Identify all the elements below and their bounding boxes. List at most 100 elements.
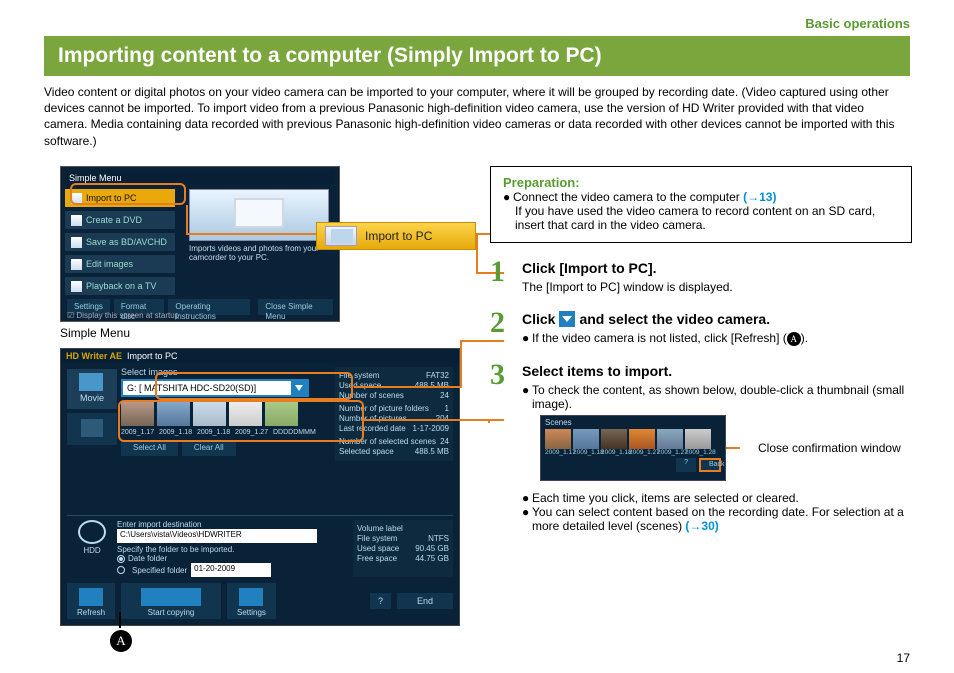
sm-item-edit[interactable]: Edit images xyxy=(65,255,175,273)
connector-line xyxy=(354,386,462,388)
clear-all-button[interactable]: Clear All xyxy=(182,440,236,456)
copy-icon xyxy=(141,588,201,606)
scenes-help-button[interactable]: ? xyxy=(676,458,696,472)
intro-text: Video content or digital photos on your … xyxy=(44,84,910,149)
hdd-section: HDD xyxy=(67,520,117,577)
step-1-sub: The [Import to PC] window is displayed. xyxy=(522,280,912,294)
import-window-screenshot: HD Writer AE Import to PC Movie Select i… xyxy=(60,348,460,626)
dropdown-value: G: [ MATSHITA HDC-SD20(SD)] xyxy=(127,383,256,393)
step-1-heading: Click [Import to PC]. xyxy=(522,260,912,276)
iw-movie-tab[interactable]: Movie xyxy=(67,369,117,409)
hdd-icon xyxy=(78,520,106,544)
radio-date-folder[interactable]: Date folder xyxy=(117,554,353,563)
iw-other-tab[interactable] xyxy=(67,413,117,445)
sm-item-l: Edit images xyxy=(86,259,133,269)
step-3-bullet1: ●To check the content, as shown below, d… xyxy=(522,383,912,411)
iw-destination: HDD Enter import destination C:\Users\vi… xyxy=(67,515,453,577)
specify-label: Specify the folder to be imported. xyxy=(117,545,353,554)
sm-item-l: Playback on a TV xyxy=(86,281,156,291)
iw-app: HD Writer AE xyxy=(66,351,122,361)
help-button[interactable]: ? xyxy=(370,593,391,609)
dropdown-arrow-icon xyxy=(559,311,575,327)
connector-line xyxy=(476,233,490,235)
prep-line1: Connect the video camera to the computer… xyxy=(513,190,776,204)
connector-line xyxy=(364,419,490,421)
page-title: Importing content to a computer (Simply … xyxy=(44,36,910,76)
dest-path-input[interactable]: C:\Users\vista\Videos\HDWRITER xyxy=(117,529,317,543)
scenes-win-title: Scenes xyxy=(545,418,721,427)
monitor-icon xyxy=(71,193,82,204)
sm-checkbox[interactable]: ☑ Display this screen at startup xyxy=(67,311,179,320)
simple-menu-caption: Simple Menu xyxy=(60,326,460,340)
refresh-button[interactable]: Refresh xyxy=(67,583,115,619)
sm-item-bd[interactable]: Save as BD/AVCHD xyxy=(65,233,175,251)
thumbnail[interactable] xyxy=(157,401,190,426)
sm-right-panel: Imports videos and photos from your camc… xyxy=(189,189,329,263)
iw-action-row: Refresh Start copying Settings ? End xyxy=(67,583,453,619)
thumbnail[interactable] xyxy=(229,401,262,426)
settings-button[interactable]: Settings xyxy=(227,583,276,619)
marker-a-icon: A xyxy=(787,332,801,346)
connector-line xyxy=(460,340,462,386)
scene-thumb[interactable] xyxy=(545,429,571,449)
breadcrumb: Basic operations xyxy=(805,16,910,31)
iw-titlebar: HD Writer AE Import to PC xyxy=(61,349,459,363)
link-p30[interactable]: (→30) xyxy=(685,519,718,533)
step-number: 1 xyxy=(490,257,522,294)
right-column: Preparation: ●Connect the video camera t… xyxy=(490,166,912,547)
sm-item-dvd[interactable]: Create a DVD xyxy=(65,211,175,229)
step-2-bullet: ●If the video camera is not listed, clic… xyxy=(522,331,912,346)
sm-desc: Imports videos and photos from your camc… xyxy=(189,245,329,263)
enter-dest-label: Enter import destination xyxy=(117,520,353,529)
radio-spec-folder[interactable]: Specified folder 01-20-2009 xyxy=(117,563,353,577)
scenes-window: Scenes 2009_1.17 2009_1.18 2009_1.18 200… xyxy=(540,415,726,481)
prep-line2: If you have used the video camera to rec… xyxy=(515,204,899,232)
scene-thumb[interactable] xyxy=(629,429,655,449)
sm-item-import[interactable]: Import to PC xyxy=(65,189,175,207)
sm-title: Simple Menu xyxy=(65,171,335,185)
sm-item-tv[interactable]: Playback on a TV xyxy=(65,277,175,295)
start-copying-button[interactable]: Start copying xyxy=(121,583,221,619)
scene-thumb[interactable] xyxy=(685,429,711,449)
scene-thumb[interactable] xyxy=(573,429,599,449)
monitor-icon xyxy=(325,226,357,246)
iw-camera-dropdown[interactable]: G: [ MATSHITA HDC-SD20(SD)] xyxy=(121,379,309,397)
step-number: 3 xyxy=(490,360,522,533)
step-number: 2 xyxy=(490,308,522,346)
sm-item-l: Save as BD/AVCHD xyxy=(86,237,167,247)
step-1: 1 Click [Import to PC]. The [Import to P… xyxy=(490,257,912,294)
marker-a: A xyxy=(110,630,132,652)
iw-left-tabs: Movie xyxy=(67,369,117,449)
sm-item-l: Import to PC xyxy=(86,193,137,203)
import-to-pc-callout-button[interactable]: Import to PC xyxy=(316,222,476,250)
simple-menu-screenshot: Simple Menu Import to PC Create a DVD Sa… xyxy=(60,166,340,322)
connector-line xyxy=(186,205,188,233)
step-2-heading: Click and select the video camera. xyxy=(522,311,912,327)
thumbnail[interactable] xyxy=(121,401,154,426)
scene-thumb[interactable] xyxy=(601,429,627,449)
tv-icon xyxy=(71,281,82,292)
step-3: 3 Select items to import. ●To check the … xyxy=(490,360,912,533)
iw-title: Import to PC xyxy=(127,351,178,361)
step-2: 2 Click and select the video camera. ●If… xyxy=(490,308,912,346)
sm-opinst-button[interactable]: Operating instructions xyxy=(168,299,250,315)
end-button[interactable]: End xyxy=(397,593,453,609)
chevron-down-icon[interactable] xyxy=(291,381,307,395)
scene-thumb[interactable] xyxy=(657,429,683,449)
orange-arrow xyxy=(726,447,740,449)
thumbnail[interactable] xyxy=(193,401,226,426)
connector-line xyxy=(476,233,478,273)
prep-title: Preparation: xyxy=(503,175,899,190)
date-value-input[interactable]: 01-20-2009 xyxy=(191,563,271,577)
connector-line xyxy=(186,233,316,235)
step-3-bullet3: ●You can select content based on the rec… xyxy=(522,505,912,533)
page-number: 17 xyxy=(897,651,910,665)
close-confirm-label: Close confirmation window xyxy=(758,441,901,455)
select-all-button[interactable]: Select All xyxy=(121,440,178,456)
thumbnail[interactable] xyxy=(265,401,298,426)
scenes-back-button[interactable]: Back xyxy=(699,458,721,472)
scenes-thumb-row: Scenes 2009_1.17 2009_1.18 2009_1.18 200… xyxy=(540,415,912,481)
sm-close-button[interactable]: Close Simple Menu xyxy=(258,299,333,315)
sm-item-l: Create a DVD xyxy=(86,215,142,225)
link-p13[interactable]: (→13) xyxy=(743,190,776,204)
